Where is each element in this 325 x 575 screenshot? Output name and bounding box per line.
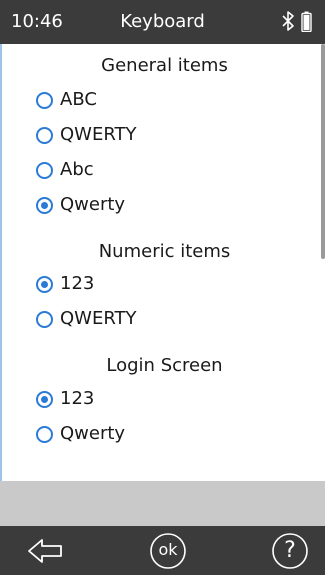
section-header-numeric-items: Numeric items xyxy=(98,241,231,262)
ok-button[interactable]: ok xyxy=(149,532,187,570)
section-header-general-items: General items xyxy=(101,55,228,76)
back-button[interactable] xyxy=(26,532,64,570)
option-label: 123 xyxy=(60,388,95,409)
radio-button[interactable] xyxy=(36,92,53,109)
screen-title: Keyboard xyxy=(120,11,205,32)
option-label: ABC xyxy=(60,89,97,110)
option-label: QWERTY xyxy=(60,124,137,145)
help-label: ? xyxy=(284,538,296,563)
radio-button-selected[interactable] xyxy=(36,276,53,293)
bottom-nav-bar: ok ? xyxy=(0,526,325,575)
option-label: Abc xyxy=(60,159,94,180)
help-button[interactable]: ? xyxy=(271,532,309,570)
bluetooth-icon xyxy=(281,10,295,32)
back-arrow-icon xyxy=(26,532,64,570)
option-label: Qwerty xyxy=(60,194,126,215)
radio-button-selected[interactable] xyxy=(36,391,53,408)
ok-label: ok xyxy=(158,540,178,559)
radio-button-selected[interactable] xyxy=(36,197,53,214)
radio-button[interactable] xyxy=(36,127,53,144)
option-label: Qwerty xyxy=(60,423,126,444)
status-bar: 10:46 Keyboard xyxy=(0,0,325,44)
option-label: 123 xyxy=(60,273,95,294)
radio-button[interactable] xyxy=(36,162,53,179)
footer-band xyxy=(0,481,325,526)
scrollbar-thumb[interactable] xyxy=(321,44,325,259)
section-header-login-screen: Login Screen xyxy=(106,355,223,376)
keyboard-settings-list: General items ABC QWERTY Abc Qwerty Nume… xyxy=(0,44,325,481)
radio-button[interactable] xyxy=(36,426,53,443)
radio-button[interactable] xyxy=(36,311,53,328)
battery-icon xyxy=(301,11,312,32)
help-icon: ? xyxy=(271,532,309,570)
ok-icon: ok xyxy=(149,532,187,570)
option-label: QWERTY xyxy=(60,308,137,329)
